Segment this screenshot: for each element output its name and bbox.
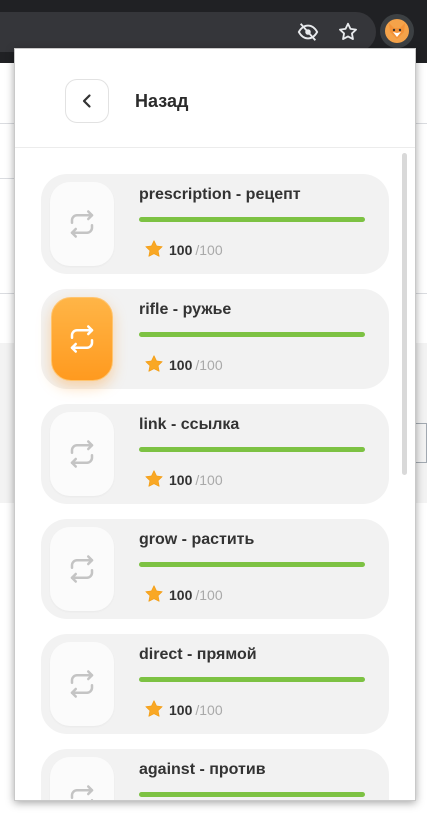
- word-pair: direct - прямой: [139, 646, 257, 663]
- fox-extension-icon: [385, 19, 409, 43]
- chevron-left-icon: [82, 94, 91, 108]
- star-icon: [144, 239, 164, 259]
- word-card[interactable]: prescription - рецепт 100/100: [41, 174, 389, 274]
- word-list: prescription - рецепт 100/100 rifle - ружь…: [15, 148, 415, 800]
- score-max: /100: [195, 472, 223, 488]
- score-value: 100: [169, 702, 193, 718]
- eye-off-icon[interactable]: [296, 20, 320, 44]
- repeat-icon[interactable]: [50, 642, 114, 726]
- score-text: 100/100: [169, 242, 223, 258]
- word-card[interactable]: grow - растить 100/100: [41, 519, 389, 619]
- word-pair: against - против: [139, 761, 266, 778]
- scrollbar-thumb[interactable]: [402, 153, 407, 475]
- star-icon: [144, 354, 164, 374]
- progress-bar: [139, 447, 365, 452]
- star-icon[interactable]: [336, 20, 360, 44]
- progress-bar: [139, 332, 365, 337]
- extension-popup: Назад prescription - рецепт 100/100 rifle …: [14, 48, 416, 801]
- word-card[interactable]: against - против100/100: [41, 749, 389, 800]
- score-text: 100/100: [169, 357, 223, 373]
- progress-bar: [139, 792, 365, 797]
- word-pair: prescription - рецепт: [139, 186, 301, 203]
- repeat-icon[interactable]: [50, 757, 114, 800]
- popup-header: Назад: [15, 49, 415, 147]
- word-pair: link - ссылка: [139, 416, 240, 433]
- star-icon: [144, 699, 164, 719]
- score-value: 100: [169, 357, 193, 373]
- score-value: 100: [169, 472, 193, 488]
- back-title: Назад: [135, 91, 189, 111]
- word-card[interactable]: rifle - ружье 100/100: [41, 289, 389, 389]
- word-card[interactable]: direct - прямой 100/100: [41, 634, 389, 734]
- star-icon: [144, 469, 164, 489]
- progress-bar: [139, 217, 365, 222]
- repeat-icon[interactable]: [51, 297, 113, 381]
- repeat-icon[interactable]: [50, 527, 114, 611]
- score-text: 100/100: [169, 702, 223, 718]
- repeat-icon[interactable]: [50, 412, 114, 496]
- repeat-icon[interactable]: [50, 182, 114, 266]
- word-pair: rifle - ружье: [139, 301, 232, 318]
- score-value: 100: [169, 587, 193, 603]
- fox-extension-button[interactable]: [380, 14, 414, 48]
- back-button[interactable]: [65, 79, 109, 123]
- score-max: /100: [195, 357, 223, 373]
- word-pair: grow - растить: [139, 531, 255, 548]
- score-value: 100: [169, 242, 193, 258]
- progress-bar: [139, 677, 365, 682]
- score-text: 100/100: [169, 472, 223, 488]
- word-card[interactable]: link - ссылка 100/100: [41, 404, 389, 504]
- progress-bar: [139, 562, 365, 567]
- score-text: 100/100: [169, 587, 223, 603]
- score-max: /100: [195, 702, 223, 718]
- score-max: /100: [195, 242, 223, 258]
- star-icon: [144, 584, 164, 604]
- score-max: /100: [195, 587, 223, 603]
